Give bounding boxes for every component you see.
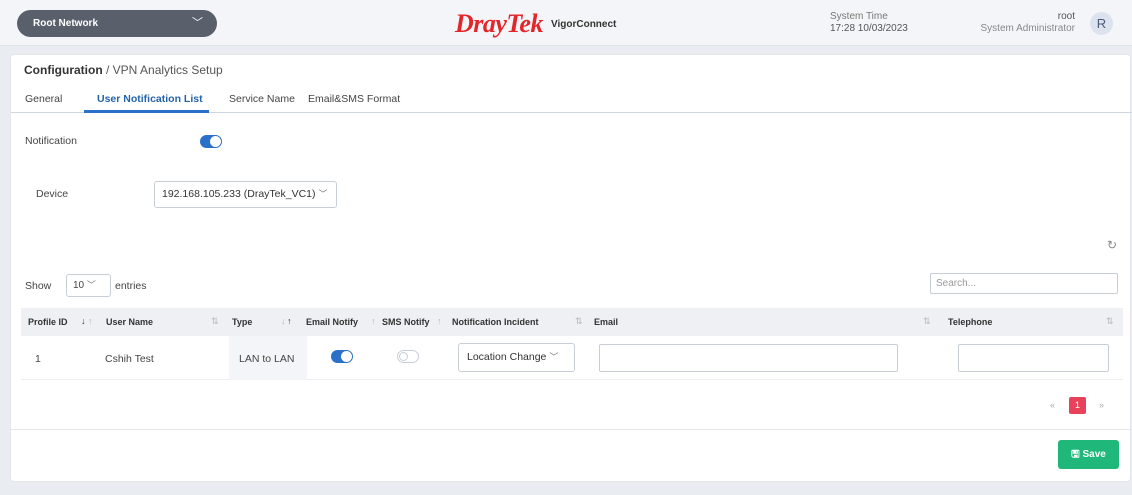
pagination-page-1[interactable]: 1 [1069, 397, 1086, 414]
system-time: System Time 17:28 10/03/2023 [830, 11, 908, 35]
cell-type: LAN to LAN [239, 353, 295, 365]
tab-service-name[interactable]: Service Name [229, 93, 295, 105]
chevron-down-icon: ﹀ [549, 352, 559, 362]
save-icon: 🖫 [1071, 449, 1080, 460]
top-bar: Root Network ﹀ DrayTek VigorConnect Syste… [0, 0, 1132, 46]
logo-brand-text: DrayTek [455, 9, 543, 38]
active-tab-indicator [84, 110, 209, 113]
sort-icon[interactable]: ↑ [88, 316, 93, 326]
notification-toggle[interactable] [200, 135, 222, 148]
toggle-knob [210, 136, 221, 147]
network-select[interactable]: Root Network ﹀ [17, 10, 217, 37]
cell-type-background: LAN to LAN [229, 336, 307, 380]
sort-icon[interactable]: ⇅ [923, 316, 931, 327]
tab-bar: General User Notification List Service N… [11, 85, 1132, 113]
brand-logo: DrayTek VigorConnect [455, 9, 616, 39]
column-header-email[interactable]: Email [594, 317, 618, 327]
column-header-profile-id[interactable]: Profile ID [28, 317, 68, 327]
sort-icon[interactable]: ⇅ [1106, 316, 1114, 327]
incident-select-value: Location Change [467, 351, 547, 363]
email-notify-toggle[interactable] [331, 350, 353, 363]
search-input[interactable] [930, 273, 1118, 294]
sort-icon[interactable]: ↑ [371, 316, 376, 326]
save-button[interactable]: 🖫 Save [1058, 440, 1119, 469]
column-header-sms-notify[interactable]: SMS Notify [382, 317, 430, 327]
device-select[interactable]: 192.168.105.233 (DrayTek_VC1) ﹀ [154, 181, 337, 208]
table-row: 1 Cshih Test LAN to LAN Location Change … [21, 336, 1123, 380]
sort-icon[interactable]: ⇅ [575, 316, 583, 327]
tab-general[interactable]: General [25, 93, 62, 105]
entries-select-value: 10 [73, 280, 85, 291]
logo-product-text: VigorConnect [550, 19, 617, 30]
system-time-value: 17:28 10/03/2023 [830, 23, 908, 34]
sms-notify-toggle[interactable] [397, 350, 419, 363]
sort-icon[interactable]: ↓ [281, 316, 286, 326]
pagination-last[interactable]: » [1093, 397, 1110, 414]
entries-label: entries [115, 280, 147, 292]
breadcrumb: Configuration / VPN Analytics Setup [24, 63, 223, 77]
tab-user-notification-list[interactable]: User Notification List [97, 93, 203, 105]
save-button-label: Save [1082, 449, 1106, 460]
notification-label: Notification [25, 135, 77, 147]
column-header-notification-incident[interactable]: Notification Incident [452, 317, 539, 327]
toggle-knob [341, 351, 352, 362]
breadcrumb-separator: / [102, 63, 113, 77]
network-select-label: Root Network [33, 18, 98, 29]
breadcrumb-section: Configuration [24, 63, 103, 77]
cell-user-name: Cshih Test [105, 353, 154, 365]
notification-incident-select[interactable]: Location Change ﹀ [458, 343, 575, 372]
chevron-down-icon: ﹀ [318, 189, 328, 199]
table-header: Profile ID ↓ ↑ User Name ⇅ Type ↓ ↑ Emai… [21, 308, 1123, 336]
sort-icon[interactable]: ↑ [437, 316, 442, 326]
device-select-value: 192.168.105.233 (DrayTek_VC1) [162, 188, 316, 200]
refresh-icon[interactable]: ↻ [1107, 238, 1117, 252]
sort-icon[interactable]: ⇅ [211, 316, 219, 327]
sort-asc-icon[interactable]: ↑ [287, 316, 292, 326]
breadcrumb-page: VPN Analytics Setup [112, 63, 223, 77]
cell-profile-id: 1 [35, 353, 41, 365]
user-name: root [1057, 11, 1075, 22]
column-header-telephone[interactable]: Telephone [948, 317, 992, 327]
pagination-first[interactable]: « [1044, 397, 1061, 414]
column-header-type[interactable]: Type [232, 317, 252, 327]
show-label: Show [25, 280, 52, 292]
tab-email-sms-format[interactable]: Email&SMS Format [308, 93, 400, 105]
column-header-email-notify[interactable]: Email Notify [306, 317, 358, 327]
sort-desc-icon[interactable]: ↓ [81, 316, 86, 326]
device-label: Device [36, 188, 69, 200]
system-time-label: System Time [830, 11, 888, 22]
email-field[interactable] [599, 344, 898, 372]
toggle-knob [399, 352, 408, 361]
chevron-down-icon: ﹀ [192, 17, 203, 29]
main-card: Configuration / VPN Analytics Setup Gene… [10, 54, 1132, 482]
column-header-user-name[interactable]: User Name [106, 317, 153, 327]
entries-select[interactable]: 10 ﹀ [66, 274, 111, 297]
user-role: System Administrator [980, 23, 1075, 34]
avatar[interactable]: R [1090, 12, 1113, 35]
chevron-down-icon: ﹀ [86, 280, 96, 290]
user-info: root System Administrator [981, 11, 1075, 35]
telephone-field[interactable] [958, 344, 1109, 372]
footer-divider [11, 429, 1132, 430]
